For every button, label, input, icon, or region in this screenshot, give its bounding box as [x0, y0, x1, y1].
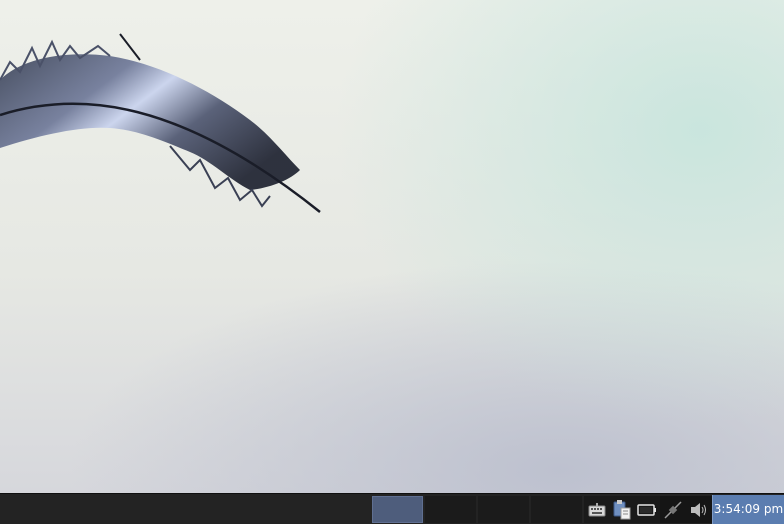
clock[interactable]: 3:54:09 pm	[712, 495, 784, 524]
pager-desktop-1[interactable]	[372, 496, 423, 523]
pager-desktop-2[interactable]	[425, 496, 476, 523]
pager-desktop-3[interactable]	[478, 496, 529, 523]
feather-wallpaper-image	[0, 33, 321, 213]
keyboard-icon[interactable]	[587, 500, 607, 520]
battery-icon[interactable]	[637, 500, 657, 520]
clipboard-icon[interactable]	[612, 499, 632, 520]
system-tray-extra	[660, 496, 712, 523]
pager-desktop-4[interactable]	[531, 496, 582, 523]
volume-icon[interactable]	[689, 500, 709, 520]
taskbar: 3:54:09 pm	[0, 493, 784, 524]
desktop-pager	[372, 496, 582, 523]
network-icon[interactable]	[663, 500, 683, 520]
system-tray	[584, 496, 660, 523]
desktop[interactable]	[0, 0, 784, 493]
